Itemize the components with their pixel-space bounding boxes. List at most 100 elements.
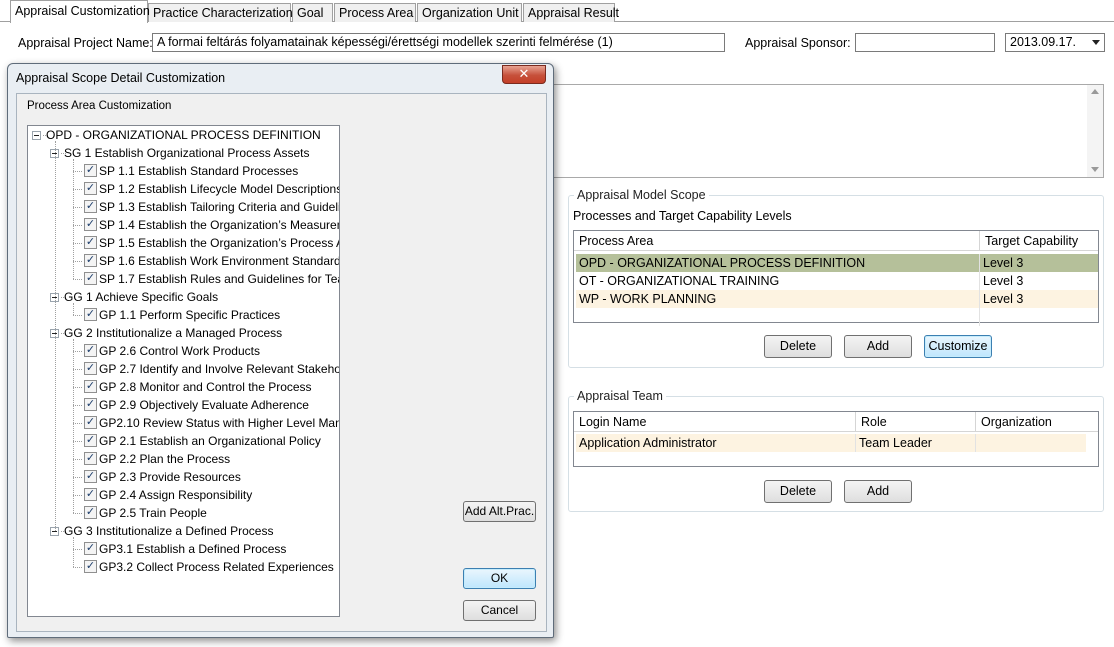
tree-practice-node[interactable]: ✓ SP 1.6 Establish Work Environment Stand… [28, 252, 339, 270]
tab-practice-characterization[interactable]: Practice Characterization [148, 3, 293, 22]
tree-connector [73, 477, 82, 478]
tree-goal-node[interactable]: GG 3 Institutionalize a Defined Process [28, 522, 339, 540]
tree-practice-node[interactable]: ✓ SP 1.2 Establish Lifecycle Model Descri… [28, 180, 339, 198]
tree-practice-node[interactable]: ✓ GP3.1 Establish a Defined Process [28, 540, 339, 558]
checkbox[interactable]: ✓ [84, 344, 97, 357]
close-icon[interactable]: ✕ [502, 65, 546, 84]
tree-connector [73, 207, 82, 208]
checkbox[interactable]: ✓ [84, 416, 97, 429]
tree-connector [73, 243, 82, 244]
tree-practice-label: GP3.1 Establish a Defined Process [99, 542, 287, 556]
checkbox[interactable]: ✓ [84, 254, 97, 267]
tree-practice-node[interactable]: ✓ GP 2.1 Establish an Organizational Poli… [28, 432, 339, 450]
tree-practice-node[interactable]: ✓ SP 1.3 Establish Tailoring Criteria and… [28, 198, 339, 216]
tree-practice-node[interactable]: ✓ GP 2.4 Assign Responsibility [28, 486, 339, 504]
scope-add-button[interactable]: Add [844, 335, 912, 358]
column-header-organization[interactable]: Organization [976, 412, 1098, 432]
team-delete-button[interactable]: Delete [764, 480, 832, 503]
tab-process-area[interactable]: Process Area [334, 3, 416, 22]
scope-delete-button[interactable]: Delete [764, 335, 832, 358]
tree-practice-node[interactable]: ✓ GP 2.2 Plan the Process [28, 450, 339, 468]
tree-root-node[interactable]: OPD - ORGANIZATIONAL PROCESS DEFINITION [28, 126, 339, 144]
add-alt-practice-button[interactable]: Add Alt.Prac. [463, 501, 536, 522]
tree-practice-node[interactable]: ✓ GP 1.1 Perform Specific Practices [28, 306, 339, 324]
scroll-down-icon[interactable] [1091, 167, 1099, 172]
description-textarea[interactable] [540, 84, 1104, 178]
column-header-target-capability[interactable]: Target Capability [980, 231, 1098, 251]
table-row[interactable]: WP - WORK PLANNING Level 3 [576, 290, 1098, 308]
tree-practice-node[interactable]: ✓ SP 1.1 Establish Standard Processes [28, 162, 339, 180]
collapse-icon[interactable] [32, 131, 41, 140]
table-row[interactable]: OPD - ORGANIZATIONAL PROCESS DEFINITION … [576, 254, 1098, 272]
tree-practice-node[interactable]: ✓ SP 1.7 Establish Rules and Guidelines f… [28, 270, 339, 288]
tree-connector [73, 315, 82, 316]
sponsor-field[interactable] [855, 33, 995, 52]
checkbox[interactable]: ✓ [84, 560, 97, 573]
checkbox[interactable]: ✓ [84, 236, 97, 249]
checkbox[interactable]: ✓ [84, 308, 97, 321]
tab-goal[interactable]: Goal [292, 3, 333, 22]
tree-practice-label: GP 2.3 Provide Resources [99, 470, 241, 484]
cancel-button[interactable]: Cancel [463, 600, 536, 621]
tree-practice-node[interactable]: ✓ GP 2.5 Train People [28, 504, 339, 522]
column-header-login-name[interactable]: Login Name [574, 412, 856, 432]
checkbox[interactable]: ✓ [84, 218, 97, 231]
tree-goal-node[interactable]: SG 1 Establish Organizational Process As… [28, 144, 339, 162]
scroll-up-icon[interactable] [1091, 89, 1099, 94]
checkbox[interactable]: ✓ [84, 542, 97, 555]
tree-branch-line [73, 537, 74, 567]
checkbox[interactable]: ✓ [84, 434, 97, 447]
process-area-table: Process Area Target Capability OPD - ORG… [573, 230, 1099, 326]
checkbox[interactable]: ✓ [84, 362, 97, 375]
date-picker[interactable]: 2013.09.17. [1005, 33, 1105, 52]
tree-connector [73, 369, 82, 370]
checkbox[interactable]: ✓ [84, 398, 97, 411]
tree-practice-node[interactable]: ✓ GP3.2 Collect Process Related Experienc… [28, 558, 339, 576]
checkbox[interactable]: ✓ [84, 182, 97, 195]
description-scrollbar[interactable] [1087, 85, 1103, 177]
tree-connector [73, 441, 82, 442]
organization-cell [976, 434, 1086, 452]
tree-practice-node[interactable]: ✓ SP 1.4 Establish the Organization’s Mea… [28, 216, 339, 234]
tree-practice-node[interactable]: ✓ GP 2.6 Control Work Products [28, 342, 339, 360]
checkbox[interactable]: ✓ [84, 272, 97, 285]
tree-practice-node[interactable]: ✓ SP 1.5 Establish the Organization’s Pro… [28, 234, 339, 252]
tree-practice-label: GP 2.6 Control Work Products [99, 344, 260, 358]
table-row[interactable]: OT - ORGANIZATIONAL TRAINING Level 3 [576, 272, 1098, 290]
tree-connector [73, 405, 82, 406]
tree-practice-node[interactable]: ✓ GP 2.7 Identify and Involve Relevant St… [28, 360, 339, 378]
tab-appraisal-customization[interactable]: Appraisal Customization [10, 0, 150, 23]
column-header-role[interactable]: Role [856, 412, 976, 432]
customize-button[interactable]: Customize [924, 335, 992, 358]
tree-branch-line [73, 339, 74, 513]
tree-goal-node[interactable]: GG 2 Institutionalize a Managed Process [28, 324, 339, 342]
tree-practice-label: SP 1.5 Establish the Organization’s Proc… [99, 236, 339, 250]
checkbox[interactable]: ✓ [84, 470, 97, 483]
checkbox[interactable]: ✓ [84, 200, 97, 213]
checkbox[interactable]: ✓ [84, 380, 97, 393]
process-area-table-header: Process Area Target Capability [574, 231, 1098, 251]
tab-organization-unit[interactable]: Organization Unit [417, 3, 522, 22]
tree-goal-node[interactable]: GG 1 Achieve Specific Goals [28, 288, 339, 306]
tree-practice-label: GP 1.1 Perform Specific Practices [99, 308, 281, 322]
ok-button[interactable]: OK [463, 568, 536, 589]
tree-practice-node[interactable]: ✓ GP2.10 Review Status with Higher Level … [28, 414, 339, 432]
checkbox[interactable]: ✓ [84, 506, 97, 519]
team-add-button[interactable]: Add [844, 480, 912, 503]
checkbox[interactable]: ✓ [84, 164, 97, 177]
tree-practice-node[interactable]: ✓ GP 2.9 Objectively Evaluate Adherence [28, 396, 339, 414]
project-name-field[interactable]: A formai feltárás folyamatainak képesség… [152, 33, 725, 52]
column-header-process-area[interactable]: Process Area [574, 231, 980, 251]
tree-practice-label: SP 1.3 Establish Tailoring Criteria and … [99, 200, 340, 214]
chevron-down-icon[interactable] [1092, 40, 1100, 45]
tree-practice-node[interactable]: ✓ GP 2.3 Provide Resources [28, 468, 339, 486]
tree-goal-label: SG 1 Establish Organizational Process As… [64, 146, 310, 160]
team-table-header: Login Name Role Organization [574, 412, 1098, 432]
tab-appraisal-result[interactable]: Appraisal Result [523, 3, 619, 22]
tree-branch-line [73, 159, 74, 279]
tree-connector [73, 171, 82, 172]
checkbox[interactable]: ✓ [84, 488, 97, 501]
table-row[interactable]: Application Administrator Team Leader [576, 434, 1086, 452]
tree-practice-node[interactable]: ✓ GP 2.8 Monitor and Control the Process [28, 378, 339, 396]
checkbox[interactable]: ✓ [84, 452, 97, 465]
